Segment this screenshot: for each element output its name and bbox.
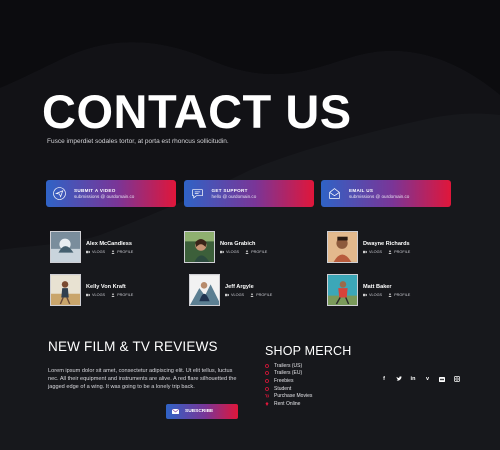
card-email: submissions @ ourdomain.co xyxy=(349,193,410,199)
user-icon xyxy=(250,292,254,297)
subscribe-button[interactable]: SUBSCRIBE xyxy=(166,404,238,419)
merch-item-trailers-eu[interactable]: Trailers (EU) xyxy=(265,370,312,378)
merch-item-label: Purchase Movies xyxy=(274,393,313,400)
submit-video-card[interactable]: SUBMIT A VIDEO submissions @ ourdomain.co xyxy=(46,180,176,207)
vlogs-link[interactable]: VLOGS xyxy=(225,293,244,297)
vlogs-link[interactable]: VLOGS xyxy=(363,293,382,297)
profile-label: PROFILE xyxy=(394,292,411,297)
user-icon xyxy=(111,292,115,297)
person-nora-grabich: Nora Grabich VLOGS PROFILE xyxy=(184,231,267,263)
card-email: submissions @ ourdomain.co xyxy=(74,193,135,199)
paper-plane-icon xyxy=(53,187,66,200)
merch-item-label: Student xyxy=(274,385,292,392)
pin-icon xyxy=(265,401,269,406)
get-support-card[interactable]: GET SUPPORT hello @ ourdomain.co xyxy=(183,180,314,207)
person-name: Kelly Von Kraft xyxy=(86,283,126,290)
user-icon xyxy=(388,249,392,254)
flickr-icon[interactable] xyxy=(439,376,445,382)
profile-link[interactable]: PROFILE xyxy=(250,293,272,297)
user-icon xyxy=(388,292,392,297)
social-icons: f in v xyxy=(381,376,460,382)
person-jeff-argyle: Jeff Argyle VLOGS PROFILE xyxy=(189,274,272,306)
linkedin-icon[interactable]: in xyxy=(410,376,416,382)
email-us-card[interactable]: EMAIL US submissions @ ourdomain.co xyxy=(321,180,451,207)
twitter-icon[interactable] xyxy=(396,376,402,382)
avatar xyxy=(327,231,358,263)
envelope-icon xyxy=(329,188,340,199)
circle-icon xyxy=(265,371,269,376)
avatar xyxy=(184,231,215,263)
merch-item-freebies[interactable]: Freebies xyxy=(265,377,312,385)
profile-label: PROFILE xyxy=(251,249,268,254)
subscribe-label: SUBSCRIBE xyxy=(185,409,214,414)
person-alex-mccandless: Alex McCandless VLOGS PROFILE xyxy=(50,231,133,263)
circle-icon xyxy=(265,363,269,368)
vlogs-label: VLOGS xyxy=(92,292,106,297)
vlogs-link[interactable]: VLOGS xyxy=(220,250,239,254)
person-name: Matt Baker xyxy=(363,283,392,290)
merch-heading: SHOP MERCH xyxy=(265,344,352,358)
vlogs-label: VLOGS xyxy=(369,249,383,254)
avatar xyxy=(327,274,358,306)
page-title: CONTACT US xyxy=(42,85,352,138)
person-name: Alex McCandless xyxy=(86,240,133,247)
profile-link[interactable]: PROFILE xyxy=(245,250,267,254)
person-matt-baker: Matt Baker VLOGS PROFILE xyxy=(327,274,410,306)
person-name: Nora Grabich xyxy=(220,240,256,247)
page-subtitle: Fusce imperdiet sodales tortor, at porta… xyxy=(47,138,229,145)
vlogs-label: VLOGS xyxy=(226,249,240,254)
avatar xyxy=(50,231,81,263)
merch-item-purchase-movies[interactable]: Purchase Movies xyxy=(265,392,312,400)
cart-icon xyxy=(265,394,269,398)
reviews-heading: NEW FILM & TV REVIEWS xyxy=(48,339,218,354)
profile-link[interactable]: PROFILE xyxy=(388,250,410,254)
vlogs-label: VLOGS xyxy=(92,249,106,254)
vlogs-label: VLOGS xyxy=(231,292,245,297)
card-email: hello @ ourdomain.co xyxy=(211,193,257,199)
merch-item-student[interactable]: Student xyxy=(265,385,312,393)
person-kelly-von-kraft: Kelly Von Kraft VLOGS PROFILE xyxy=(50,274,133,306)
person-name: Jeff Argyle xyxy=(225,283,254,290)
chat-bubble-icon xyxy=(191,189,203,199)
user-icon xyxy=(245,249,249,254)
merch-item-label: Trailers (US) xyxy=(274,362,303,369)
profile-label: PROFILE xyxy=(117,249,134,254)
vimeo-icon[interactable]: v xyxy=(425,376,431,382)
envelope-icon xyxy=(172,409,179,414)
circle-icon xyxy=(265,386,269,391)
person-dwayne-richards: Dwayne Richards VLOGS PROFILE xyxy=(327,231,410,263)
profile-link[interactable]: PROFILE xyxy=(111,250,133,254)
vlogs-link[interactable]: VLOGS xyxy=(86,250,105,254)
video-icon xyxy=(220,250,224,253)
merch-item-rent-online[interactable]: Rent Online xyxy=(265,400,312,408)
video-icon xyxy=(363,293,367,296)
video-icon xyxy=(86,250,90,253)
profile-link[interactable]: PROFILE xyxy=(111,293,133,297)
avatar xyxy=(189,274,220,306)
vlogs-link[interactable]: VLOGS xyxy=(86,293,105,297)
reviews-text: Lorem ipsum dolor sit amet, consectetur … xyxy=(48,368,237,391)
profile-label: PROFILE xyxy=(256,292,273,297)
person-name: Dwayne Richards xyxy=(363,240,410,247)
profile-link[interactable]: PROFILE xyxy=(388,293,410,297)
merch-list: Trailers (US) Trailers (EU) Freebies Stu… xyxy=(265,362,312,408)
merch-item-label: Trailers (EU) xyxy=(274,370,303,377)
profile-label: PROFILE xyxy=(394,249,411,254)
instagram-icon[interactable] xyxy=(453,376,460,382)
facebook-icon[interactable]: f xyxy=(381,376,387,382)
merch-item-label: Rent Online xyxy=(274,400,301,407)
vlogs-link[interactable]: VLOGS xyxy=(363,250,382,254)
video-icon xyxy=(363,250,367,253)
video-icon xyxy=(86,293,90,296)
profile-label: PROFILE xyxy=(117,292,134,297)
video-icon xyxy=(225,293,229,296)
user-icon xyxy=(111,249,115,254)
vlogs-label: VLOGS xyxy=(369,292,383,297)
merch-item-trailers-us[interactable]: Trailers (US) xyxy=(265,362,312,370)
merch-item-label: Freebies xyxy=(274,377,294,384)
circle-icon xyxy=(265,379,269,383)
contact-cards: SUBMIT A VIDEO submissions @ ourdomain.co… xyxy=(46,180,451,207)
avatar xyxy=(50,274,81,306)
